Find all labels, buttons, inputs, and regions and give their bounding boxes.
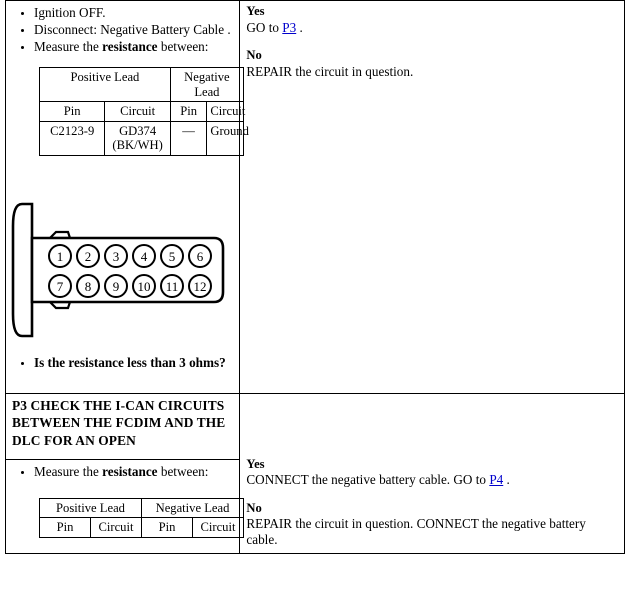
answer-key-yes: Yes [246, 456, 265, 471]
lead-col-circuit-negative: Circuit [192, 517, 244, 538]
answer-text-yes: GO to P3 . [246, 20, 618, 36]
answer-key-no: No [246, 500, 262, 515]
pin-label: 4 [141, 249, 148, 264]
connector-figure: 1 2 3 4 5 6 7 8 9 10 11 12 [6, 196, 239, 351]
step-p3-action-cell: Measure the resistance between: Positive… [4, 458, 244, 555]
step-p3-lead-table-wrap: Positive Lead Negative Lead Pin Circuit … [6, 484, 244, 544]
step-p2-action-row: Ignition OFF. Disconnect: Negative Batte… [4, 0, 625, 394]
step-p3-heading: P3 CHECK THE I-CAN CIRCUITS BETWEEN THE … [12, 397, 226, 448]
lead-cell-circuit-negative: Ground [206, 120, 249, 156]
instruction-text-post: between: [157, 39, 209, 54]
lead-cell-pin-negative: — [169, 120, 208, 156]
procedure-page: Ignition OFF. Disconnect: Negative Batte… [0, 0, 632, 594]
lead-group-negative: Negative Lead [169, 67, 245, 102]
step-p2-lead-table-wrap: Positive Lead Negative Lead Pin Circuit … [6, 59, 249, 162]
pin-label: 2 [85, 249, 92, 264]
link-p4[interactable]: P4 [489, 472, 503, 487]
lead-group-negative: Negative Lead [141, 497, 244, 519]
question-text: Is the resistance less than 3 ohms? [34, 354, 226, 370]
pin-label: 8 [85, 279, 92, 294]
lead-col-circuit-negative: Circuit [206, 101, 245, 122]
instruction-text: Ignition OFF. [34, 5, 106, 20]
lead-col-pin-positive: Pin [39, 517, 91, 538]
instruction-item: Disconnect: Negative Battery Cable . [34, 22, 239, 38]
instruction-text: Disconnect: Negative Battery Cable . [34, 22, 231, 37]
lead-table-group-header-row: Positive Lead Negative Lead [39, 497, 244, 519]
step-p2-question-block: Is the resistance less than 3 ohms? [6, 355, 239, 371]
answer-text-yes: CONNECT the negative battery cable. GO t… [246, 472, 618, 488]
answer-pre: GO to [246, 19, 283, 35]
step-p2-action-cell: Ignition OFF. Disconnect: Negative Batte… [4, 0, 249, 394]
lead-table-p3: Positive Lead Negative Lead Pin Circuit … [39, 497, 244, 538]
lead-table-column-header-row: Pin Circuit Pin Circuit [39, 517, 244, 538]
lead-cell-pin-positive: C2123-9 [38, 120, 106, 156]
answer-text-no: REPAIR the circuit in question. [246, 63, 414, 79]
diagnostic-table: Ignition OFF. Disconnect: Negative Batte… [4, 0, 625, 555]
pin-label: 1 [57, 249, 64, 264]
instruction-item: Measure the resistance between: [34, 39, 239, 55]
lead-col-pin-negative: Pin [169, 101, 208, 122]
step-p3-answers: Yes CONNECT the negative battery cable. … [240, 394, 624, 554]
pin-label: 7 [57, 279, 64, 294]
lead-col-circuit-positive: Circuit [90, 517, 142, 538]
answer-key-no: No [246, 48, 262, 62]
answer-key-yes: Yes [246, 4, 265, 18]
step-p3-answer-cell: Yes CONNECT the negative battery cable. … [239, 392, 625, 554]
twelve-pin-connector-icon: 1 2 3 4 5 6 7 8 9 10 11 12 [11, 202, 225, 337]
pin-label: 10 [138, 279, 151, 294]
pin-label: 11 [166, 279, 179, 294]
answer-gap [246, 35, 618, 48]
step-p2-question-list: Is the resistance less than 3 ohms? [6, 355, 239, 371]
lead-group-positive: Positive Lead [39, 67, 171, 102]
step-p2-answer-cell: Yes GO to P3 . No REPAIR the circuit in … [239, 0, 625, 394]
lead-table-row: C2123-9 GD374 (BK/WH) — Ground [38, 120, 249, 156]
lead-table-column-header-row: Pin Circuit Pin Circuit [38, 101, 245, 122]
lead-col-circuit-positive: Circuit [104, 101, 171, 122]
answer-gap [246, 488, 618, 501]
pin-label: 12 [194, 279, 207, 294]
lead-table-p2: Positive Lead Negative Lead Pin Circuit … [38, 67, 249, 156]
answer-post: . [503, 472, 510, 487]
step-p3-heading-row: P3 CHECK THE I-CAN CIRCUITS BETWEEN THE … [4, 392, 625, 554]
lead-col-pin-negative: Pin [141, 517, 193, 538]
answer-text-no: REPAIR the circuit in question. CONNECT … [246, 516, 586, 547]
lead-col-pin-positive: Pin [38, 101, 106, 122]
step-p2-instruction-list: Ignition OFF. Disconnect: Negative Batte… [6, 5, 239, 55]
instruction-item: Measure the resistance between: [34, 464, 239, 480]
pin-label: 5 [169, 249, 176, 264]
lead-table-group-header-row: Positive Lead Negative Lead [39, 67, 245, 102]
step-p2-answers: Yes GO to P3 . No REPAIR the circuit in … [240, 1, 624, 85]
lead-cell-circuit-positive: GD374 (BK/WH) [104, 120, 171, 156]
answer-post: . [296, 19, 303, 35]
instruction-text-pre: Measure the [34, 463, 103, 479]
lead-group-positive: Positive Lead [39, 497, 142, 519]
instruction-text-post: between: [157, 463, 209, 479]
instruction-text-bold: resistance [102, 39, 158, 54]
answer-pre: CONNECT the negative battery cable. GO t… [246, 472, 490, 487]
link-p3[interactable]: P3 [282, 20, 296, 35]
pin-label: 9 [113, 279, 120, 294]
instruction-text-pre: Measure the [34, 39, 103, 54]
instruction-text-bold: resistance [102, 463, 158, 479]
pin-label: 3 [113, 249, 120, 264]
step-p3-instruction-list: Measure the resistance between: [6, 464, 239, 480]
pin-label: 6 [197, 249, 204, 264]
instruction-item: Ignition OFF. [34, 5, 239, 21]
question-item: Is the resistance less than 3 ohms? [34, 355, 239, 371]
step-p3-heading-cell: P3 CHECK THE I-CAN CIRCUITS BETWEEN THE … [4, 392, 241, 460]
